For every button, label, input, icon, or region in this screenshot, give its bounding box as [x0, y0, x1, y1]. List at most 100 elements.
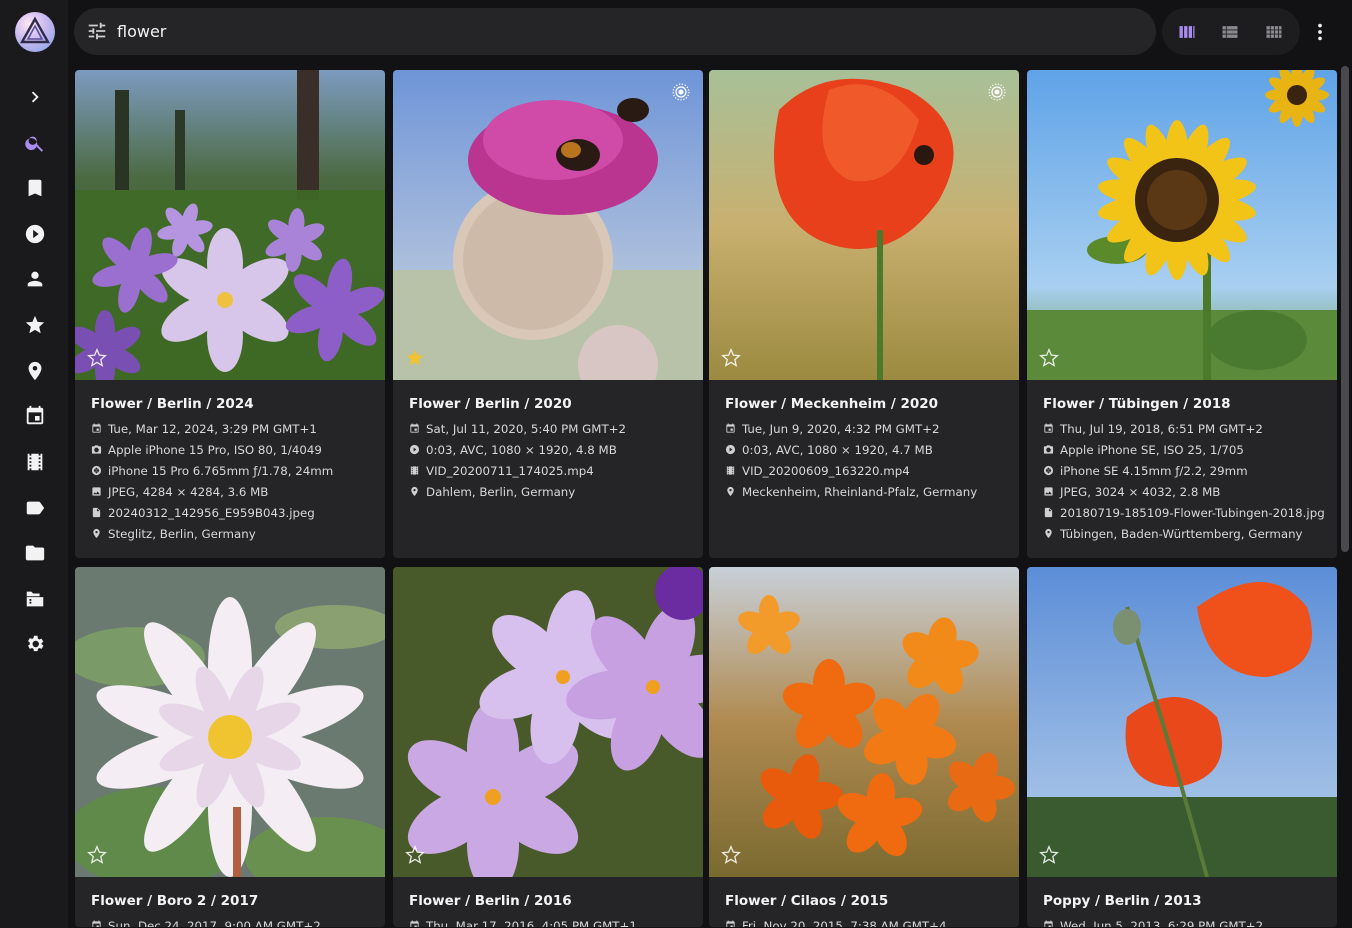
lens-icon	[1043, 465, 1054, 476]
photo-meta-text: Thu, Jul 19, 2018, 6:51 PM GMT+2	[1060, 421, 1263, 436]
photo-thumbnail[interactable]	[75, 70, 385, 380]
photo-meta-row: iPhone SE 4.15mm ƒ/2.2, 29mm	[1043, 460, 1321, 481]
calendar-icon	[92, 423, 101, 433]
sidebar-item-library[interactable]	[22, 586, 48, 612]
photo-meta-text: Fri, Nov 20, 2015, 7:38 AM GMT+4	[742, 918, 947, 928]
map-pin-icon	[28, 361, 42, 381]
sidebar-item-places[interactable]	[22, 358, 48, 384]
search-bar	[74, 8, 1156, 55]
star-outline-icon	[1039, 347, 1059, 367]
view-mosaic-icon	[1266, 26, 1282, 38]
sidebar-item-search[interactable]	[22, 130, 48, 156]
view-mosaic-button[interactable]	[1262, 20, 1286, 44]
bookmark-icon	[28, 179, 42, 197]
lens-icon	[91, 465, 102, 476]
image-icon	[92, 487, 101, 496]
calendar-icon	[92, 920, 101, 927]
sidebar-item-labels[interactable]	[22, 495, 48, 521]
photo-card[interactable]: Flower / Berlin / 2020 Sat, Jul 11, 2020,…	[393, 70, 703, 558]
filter-icon[interactable]	[86, 20, 108, 42]
photo-thumbnail[interactable]	[709, 70, 1019, 380]
view-list-button[interactable]	[1218, 20, 1242, 44]
calendar-icon	[26, 405, 44, 425]
sidebar-item-people[interactable]	[22, 266, 48, 292]
live-badge	[671, 82, 691, 102]
photo-info: Flower / Berlin / 2024 Tue, Mar 12, 2024,…	[75, 380, 385, 554]
photo-meta-row: Sun, Dec 24, 2017, 9:00 AM GMT+2	[91, 915, 369, 927]
sidebar-item-albums[interactable]	[22, 175, 48, 201]
photo-thumbnail[interactable]	[1027, 567, 1337, 877]
sidebar-item-settings[interactable]	[22, 631, 48, 657]
sidebar-item-folders[interactable]	[22, 540, 48, 566]
photo-meta-row: JPEG, 4284 × 4284, 3.6 MB	[91, 481, 369, 502]
photo-meta-row: Apple iPhone SE, ISO 25, 1/705	[1043, 439, 1321, 460]
photo-title[interactable]: Poppy / Berlin / 2013	[1043, 893, 1321, 909]
photo-meta-text: Thu, Mar 17, 2016, 4:05 PM GMT+1	[426, 918, 637, 928]
image-icon	[1044, 487, 1053, 496]
photo-card[interactable]: Flower / Boro 2 / 2017 Sun, Dec 24, 2017,…	[75, 567, 385, 927]
file-icon	[1044, 507, 1053, 518]
photo-card[interactable]: Flower / Berlin / 2024 Tue, Mar 12, 2024,…	[75, 70, 385, 558]
sidebar-item-expand[interactable]	[22, 84, 48, 110]
photo-meta-row: Steglitz, Berlin, Germany	[91, 523, 369, 544]
sidebar-item-moments[interactable]	[22, 449, 48, 475]
live-photo-icon	[988, 83, 1006, 101]
photo-thumbnail[interactable]	[393, 70, 703, 380]
photo-info: Flower / Boro 2 / 2017 Sun, Dec 24, 2017,…	[75, 877, 385, 927]
search-input[interactable]	[117, 16, 1137, 47]
photo-thumbnail[interactable]	[75, 567, 385, 877]
photo-thumbnail[interactable]	[1027, 70, 1337, 380]
photo-card[interactable]: Flower / Meckenheim / 2020 Tue, Jun 9, 20…	[709, 70, 1019, 558]
favorite-toggle[interactable]	[405, 348, 425, 368]
photo-meta-row: VID_20200609_163220.mp4	[725, 460, 1003, 481]
photo-thumbnail[interactable]	[709, 567, 1019, 877]
folder-icon	[25, 545, 45, 561]
photo-meta-text: VID_20200609_163220.mp4	[742, 463, 910, 478]
favorite-toggle[interactable]	[87, 347, 107, 368]
star-icon	[25, 315, 45, 334]
photo-image	[709, 70, 1019, 380]
photo-title[interactable]: Flower / Berlin / 2020	[409, 396, 687, 412]
calendar-icon	[410, 423, 419, 433]
favorite-toggle[interactable]	[87, 844, 107, 865]
sidebar-item-calendar[interactable]	[22, 403, 48, 429]
photo-title[interactable]: Flower / Meckenheim / 2020	[725, 396, 1003, 412]
favorite-toggle[interactable]	[721, 347, 741, 368]
label-icon	[26, 501, 45, 515]
photo-meta-row: Thu, Mar 17, 2016, 4:05 PM GMT+1	[409, 915, 687, 927]
sidebar-item-videos[interactable]	[22, 221, 48, 247]
photo-card[interactable]: Flower / Cilaos / 2015 Fri, Nov 20, 2015,…	[709, 567, 1019, 927]
photo-card[interactable]: Flower / Tübingen / 2018 Thu, Jul 19, 201…	[1027, 70, 1337, 558]
play-circle-icon	[409, 444, 420, 455]
photo-meta-row: Apple iPhone 15 Pro, ISO 80, 1/4049	[91, 439, 369, 460]
photo-title[interactable]: Flower / Berlin / 2016	[409, 893, 687, 909]
photo-image	[709, 567, 1019, 877]
photo-thumbnail[interactable]	[393, 567, 703, 877]
favorite-toggle[interactable]	[405, 844, 425, 865]
photo-title[interactable]: Flower / Tübingen / 2018	[1043, 396, 1321, 412]
photo-meta-row: iPhone 15 Pro 6.765mm ƒ/1.78, 24mm	[91, 460, 369, 481]
photo-title[interactable]: Flower / Boro 2 / 2017	[91, 893, 369, 909]
more-menu-button[interactable]	[1309, 20, 1331, 44]
app-logo[interactable]	[15, 12, 55, 52]
photo-meta-text: Meckenheim, Rheinland-Pfalz, Germany	[742, 484, 978, 499]
photo-card[interactable]: Poppy / Berlin / 2013 Wed, Jun 5, 2013, 6…	[1027, 567, 1337, 927]
scrollbar-thumb[interactable]	[1341, 66, 1349, 552]
gear-icon	[28, 635, 44, 652]
favorite-toggle[interactable]	[721, 844, 741, 865]
photo-meta-text: Apple iPhone SE, ISO 25, 1/705	[1060, 442, 1244, 457]
sidebar-item-favorites[interactable]	[22, 312, 48, 338]
favorite-toggle[interactable]	[1039, 844, 1059, 865]
view-cards-button[interactable]	[1175, 20, 1199, 44]
photo-image	[75, 567, 385, 877]
live-badge	[987, 82, 1007, 102]
photo-card[interactable]: Flower / Berlin / 2016 Thu, Mar 17, 2016,…	[393, 567, 703, 927]
file-icon	[92, 507, 101, 518]
calendar-icon	[726, 423, 735, 433]
photo-title[interactable]: Flower / Cilaos / 2015	[725, 893, 1003, 909]
photo-meta-row: Fri, Nov 20, 2015, 7:38 AM GMT+4	[725, 915, 1003, 927]
favorite-toggle[interactable]	[1039, 347, 1059, 368]
camera-icon	[91, 445, 102, 454]
photo-title[interactable]: Flower / Berlin / 2024	[91, 396, 369, 412]
play-circle-icon	[725, 444, 736, 455]
